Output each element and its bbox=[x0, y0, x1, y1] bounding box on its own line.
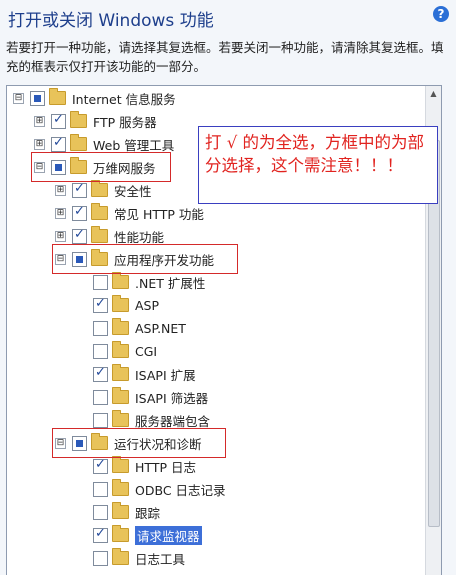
folder-icon bbox=[112, 295, 129, 312]
folder-icon bbox=[112, 525, 129, 542]
checkbox-checked[interactable] bbox=[93, 526, 108, 543]
window-title: 打开或关闭 Windows 功能 bbox=[8, 11, 214, 31]
checkbox-unchecked[interactable] bbox=[93, 504, 108, 520]
highlight-box bbox=[52, 428, 226, 458]
highlight-box bbox=[31, 152, 171, 182]
checkbox-unchecked[interactable] bbox=[93, 343, 108, 359]
highlight-box bbox=[52, 244, 238, 274]
folder-icon bbox=[112, 341, 129, 358]
tree-item-label: 跟踪 bbox=[135, 505, 161, 521]
expand-icon[interactable]: ⊞ bbox=[34, 138, 45, 150]
checkbox-checked[interactable] bbox=[72, 181, 87, 198]
folder-icon bbox=[112, 364, 129, 381]
checkbox-unchecked[interactable] bbox=[93, 274, 108, 290]
tree-item-isapi-ext[interactable]: ISAPI 扩展 bbox=[76, 363, 196, 385]
checkbox-checked[interactable] bbox=[51, 135, 66, 152]
tree-item-label: ISAPI 筛选器 bbox=[135, 390, 209, 406]
expand-icon[interactable]: ⊞ bbox=[34, 115, 45, 127]
folder-icon bbox=[112, 502, 129, 519]
description-text: 若要打开一种功能，请选择其复选框。若要关闭一种功能，请清除其复选框。填充的框表示… bbox=[6, 40, 444, 74]
folder-icon bbox=[91, 226, 108, 243]
tree-item-label: ASP bbox=[135, 297, 160, 313]
checkbox-checked[interactable] bbox=[93, 365, 108, 382]
folder-icon bbox=[91, 203, 108, 220]
tree-item-isapi-filter[interactable]: ISAPI 筛选器 bbox=[76, 386, 208, 408]
checkbox-checked[interactable] bbox=[93, 296, 108, 313]
tree-item-label: .NET 扩展性 bbox=[135, 275, 206, 291]
expand-icon[interactable]: ⊞ bbox=[55, 184, 66, 196]
folder-icon bbox=[112, 318, 129, 335]
tree-item-request-monitor[interactable]: 请求监视器 bbox=[76, 524, 202, 546]
folder-icon bbox=[112, 479, 129, 496]
tree-item-aspnet[interactable]: ASP.NET bbox=[76, 317, 186, 339]
folder-icon bbox=[112, 272, 129, 289]
folder-icon bbox=[49, 88, 66, 105]
collapse-icon[interactable]: ⊟ bbox=[13, 92, 24, 104]
tree-item-label: 性能功能 bbox=[114, 229, 165, 245]
checkbox-unchecked[interactable] bbox=[93, 550, 108, 566]
checkbox-unchecked[interactable] bbox=[93, 412, 108, 428]
tree-item-label: 请求监视器 bbox=[135, 525, 202, 545]
tree-item-common-http[interactable]: ⊞ 常见 HTTP 功能 bbox=[55, 202, 204, 224]
tree-item-security[interactable]: ⊞ 安全性 bbox=[55, 179, 152, 201]
folder-icon bbox=[70, 111, 87, 128]
expand-icon[interactable]: ⊞ bbox=[55, 230, 66, 242]
tree-item-label: HTTP 日志 bbox=[135, 459, 196, 475]
checkbox-partial[interactable] bbox=[30, 90, 45, 106]
tree-item-label: 服务器端包含 bbox=[135, 413, 211, 429]
tree-item-label: CGI bbox=[135, 343, 158, 359]
tree-item-label: Internet 信息服务 bbox=[72, 91, 176, 107]
tree-item-odbc-log[interactable]: ODBC 日志记录 bbox=[76, 478, 226, 500]
checkbox-checked[interactable] bbox=[51, 112, 66, 129]
annotation-note: 打 √ 的为全选，方框中的为部分选择，这个需注意！！！ bbox=[198, 126, 438, 204]
checkbox-unchecked[interactable] bbox=[93, 320, 108, 336]
folder-icon bbox=[91, 180, 108, 197]
folder-icon bbox=[112, 410, 129, 427]
checkbox-unchecked[interactable] bbox=[93, 389, 108, 405]
tree-item-label: ISAPI 扩展 bbox=[135, 367, 196, 383]
tree-item-asp[interactable]: ASP bbox=[76, 294, 159, 316]
tree-item-label: FTP 服务器 bbox=[93, 114, 157, 130]
scroll-up-icon[interactable]: ▲ bbox=[426, 86, 441, 101]
checkbox-checked[interactable] bbox=[72, 227, 87, 244]
tree-item-iis[interactable]: ⊟ Internet 信息服务 bbox=[13, 87, 176, 109]
tree-item-label: ODBC 日志记录 bbox=[135, 482, 226, 498]
tree-item-label: 日志工具 bbox=[135, 551, 186, 567]
checkbox-checked[interactable] bbox=[72, 204, 87, 221]
tree-item-label: ASP.NET bbox=[135, 320, 186, 336]
expand-icon[interactable]: ⊞ bbox=[55, 207, 66, 219]
tree-item-label: Web 管理工具 bbox=[93, 137, 175, 153]
tree-item-label: 安全性 bbox=[114, 183, 152, 199]
checkbox-unchecked[interactable] bbox=[93, 481, 108, 497]
checkbox-checked[interactable] bbox=[93, 457, 108, 474]
tree-item-ftp[interactable]: ⊞ FTP 服务器 bbox=[34, 110, 157, 132]
tree-item-label: 常见 HTTP 功能 bbox=[114, 206, 204, 222]
tree-item-http-log[interactable]: HTTP 日志 bbox=[76, 455, 196, 477]
folder-icon bbox=[70, 134, 87, 151]
tree-item-cgi[interactable]: CGI bbox=[76, 340, 157, 362]
tree-item-log-tools[interactable]: 日志工具 bbox=[76, 547, 185, 569]
folder-icon bbox=[112, 548, 129, 565]
tree-item-net-ext[interactable]: .NET 扩展性 bbox=[76, 271, 205, 293]
folder-icon bbox=[112, 387, 129, 404]
tree-item-tracing[interactable]: 跟踪 bbox=[76, 501, 160, 523]
folder-icon bbox=[112, 456, 129, 473]
help-icon[interactable]: ? bbox=[433, 6, 449, 22]
